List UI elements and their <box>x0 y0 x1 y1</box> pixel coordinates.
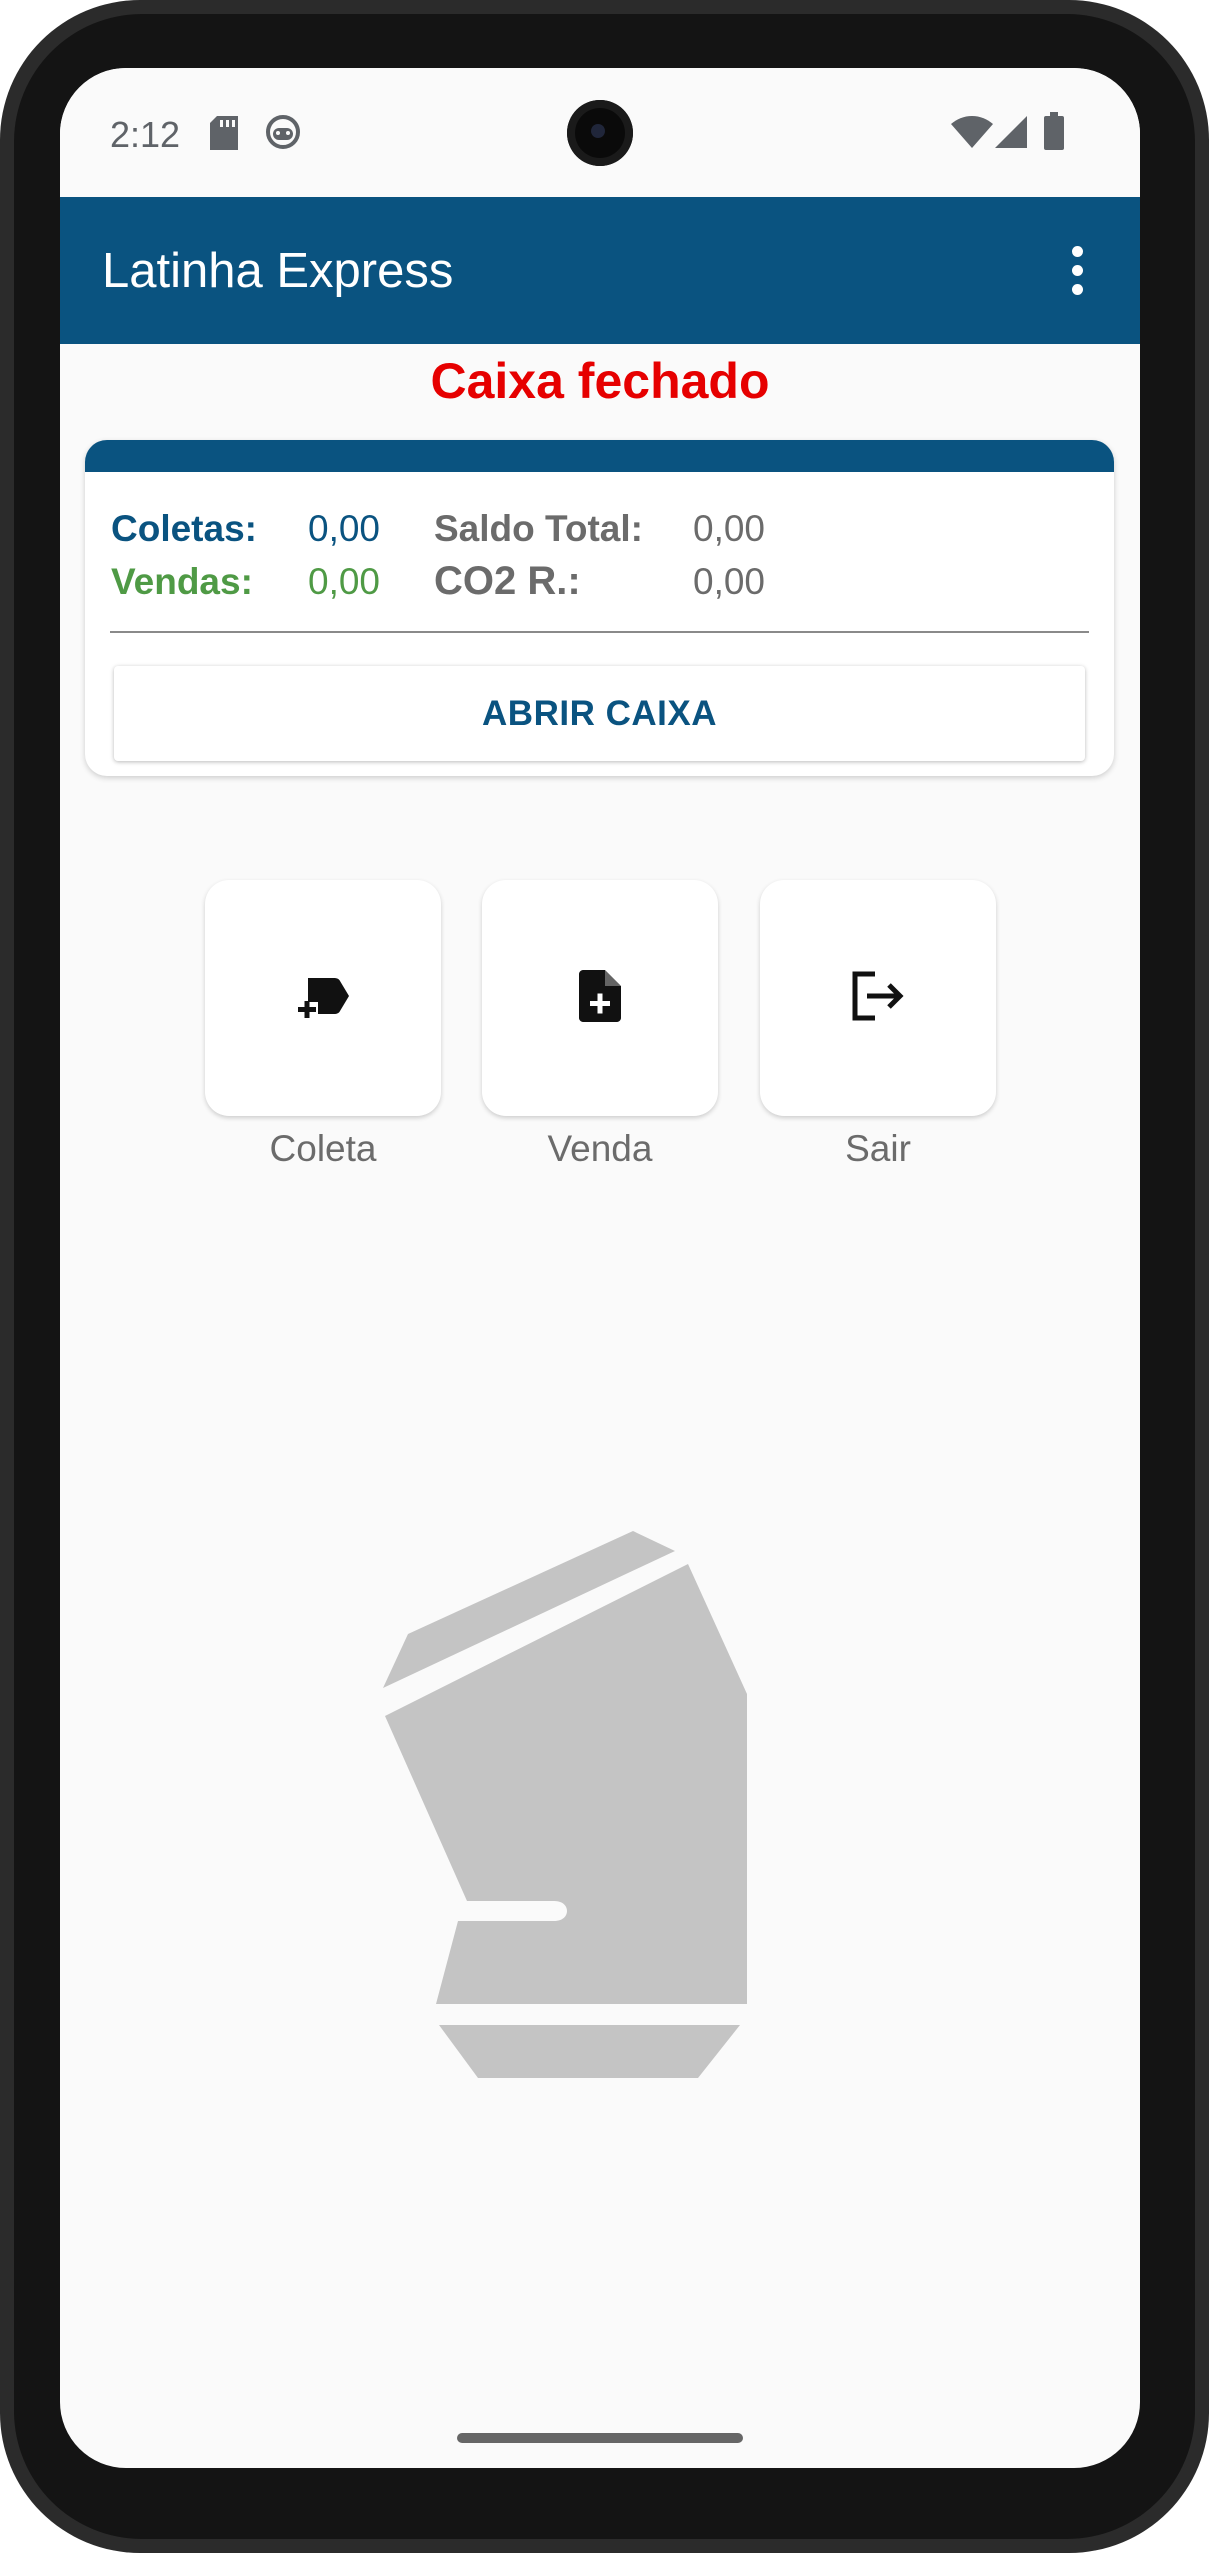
front-camera <box>567 100 633 166</box>
signal-icon <box>995 116 1027 153</box>
abrir-caixa-button[interactable]: ABRIR CAIXA <box>114 666 1085 761</box>
sair-button[interactable] <box>760 880 996 1116</box>
venda-label: Venda <box>547 1128 653 1169</box>
phone-device: 2:12 Latinha Express Caixa fechado Colet… <box>0 0 1209 2553</box>
vendas-label: Vendas: <box>111 561 253 602</box>
card-divider <box>110 631 1089 633</box>
co2-value: 0,00 <box>693 561 766 602</box>
more-vert-icon[interactable] <box>1042 235 1112 305</box>
status-time: 2:12 <box>110 114 181 155</box>
note-add-icon <box>579 969 621 1027</box>
sair-label: Sair <box>845 1128 911 1169</box>
screen: 2:12 Latinha Express Caixa fechado Colet… <box>60 68 1140 2468</box>
vendas-value: 0,00 <box>308 561 381 602</box>
caixa-status-text: Caixa fechado <box>430 353 770 409</box>
venda-button[interactable] <box>482 880 718 1116</box>
app-title: Latinha Express <box>102 244 454 298</box>
status-bar: 2:12 <box>60 68 1140 197</box>
wifi-icon <box>951 116 993 153</box>
saldo-total-label: Saldo Total: <box>434 508 643 549</box>
summary-card: Coletas: 0,00 Vendas: 0,00 Saldo Total: … <box>85 440 1114 776</box>
gesture-bar[interactable] <box>457 2433 743 2443</box>
app-bar: Latinha Express <box>60 197 1140 344</box>
android-debug-icon <box>265 114 301 155</box>
coletas-value: 0,00 <box>308 508 381 549</box>
saldo-total-value: 0,00 <box>693 508 766 549</box>
battery-icon <box>1044 112 1064 155</box>
label-add-icon <box>296 974 350 1023</box>
coletas-label: Coletas: <box>111 508 257 549</box>
co2-label: CO2 R.: <box>434 559 581 603</box>
logout-icon <box>851 971 905 1026</box>
can-logo <box>380 1504 810 2085</box>
coleta-label: Coleta <box>269 1128 377 1169</box>
sd-card-icon <box>210 116 238 155</box>
volume-button <box>1203 935 1209 1255</box>
coleta-button[interactable] <box>205 880 441 1116</box>
power-button <box>1203 645 1209 805</box>
card-header-bar <box>85 440 1114 472</box>
